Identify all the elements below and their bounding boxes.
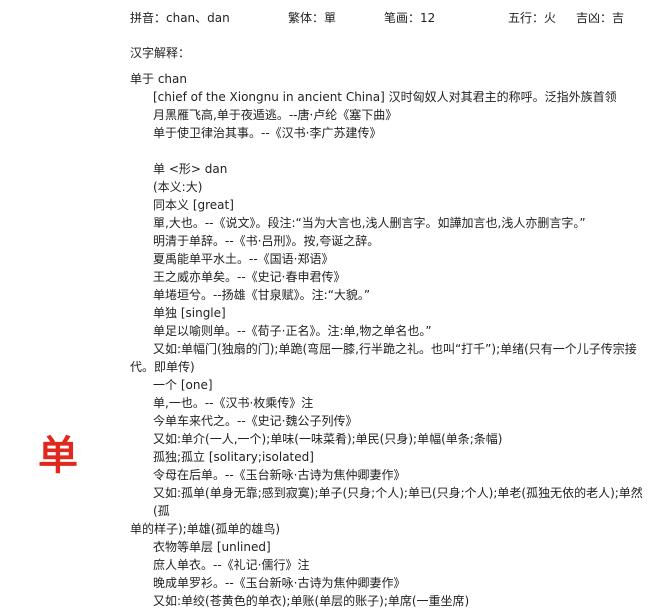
- definition-line: 单于使卫律治其事。--《汉书·李广苏建传》: [153, 126, 382, 140]
- wuxing-field: 五行：火: [508, 11, 557, 25]
- definition-line: 明清于单辞。--《书·吕刑》。按,夸诞之辞。: [153, 234, 380, 248]
- definition-line: 又如:单介(一人,一个);单味(一味菜肴);单民(只身);单幅(单条;条幅): [153, 432, 503, 446]
- definition-line: 又如:单幅门(独扇的门);单跪(弯屈一膝,行半跪之礼。也叫“打千”);单绪(只有…: [153, 342, 637, 356]
- definition-line: 单足以喻则单。--《荀子·正名》。注:单,物之单名也。”: [153, 324, 432, 338]
- definition-line: 今单车来代之。--《史记·魏公子列传》: [153, 414, 358, 428]
- traditional-field: 繁体：單: [288, 11, 337, 25]
- definition-line: 单 <形> dan: [153, 162, 228, 176]
- explanation-heading: 汉字解释：: [130, 46, 191, 60]
- definition-line: 单埢垣兮。--扬雄《甘泉赋》。注:“大貌。”: [153, 288, 371, 302]
- definition-line: 孤独;孤立 [solitary;isolated]: [153, 450, 314, 464]
- definition-line: 晚成单罗衫。--《玉台新咏·古诗为焦仲卿妻作》: [153, 576, 406, 590]
- definition-line: 单于 chan: [130, 72, 187, 86]
- definition-line: 代。即单传): [130, 360, 195, 374]
- definition-line: 单,一也。--《汉书·枚乘传》注: [153, 396, 314, 410]
- pinyin-field: 拼音：chan、dan: [130, 11, 230, 25]
- definition-line: 月黑雁飞高,单于夜遁逃。--唐·卢纶《塞下曲》: [153, 108, 398, 122]
- definition-line: 令母在后单。--《玉台新咏·古诗为焦仲卿妻作》: [153, 468, 406, 482]
- definition-line: 同本义 [great]: [153, 198, 234, 212]
- definition-line: 庶人单衣。--《礼记·儒行》注: [153, 558, 310, 572]
- featured-character: 单: [38, 433, 78, 479]
- definition-line: 单的样子);单雄(孤单的雄鸟): [130, 522, 281, 536]
- definition-line: 又如:孤单(单身无靠;感到寂寞);单子(只身;个人);单已(只身;个人);单老(…: [153, 486, 643, 518]
- explanation-body: 单于 chan [chief of the Xiongnu in ancient …: [130, 70, 656, 610]
- definition-line: 衣物等单层 [unlined]: [153, 540, 271, 554]
- stroke-count-field: 笔画：12: [384, 11, 436, 25]
- definition-line: [chief of the Xiongnu in ancient China] …: [153, 90, 617, 104]
- jixiong-field: 吉凶：吉: [576, 11, 625, 25]
- character-info-header: 拼音：chan、dan 繁体：單 笔画：12 五行：火 吉凶：吉: [130, 10, 650, 26]
- definition-line: 王之威亦单矣。--《史记·春申君传》: [153, 270, 346, 284]
- definition-line: 單,大也。--《说文》。段注:“当为大言也,浅人删言字。如譁加言也,浅人亦删言字…: [153, 216, 586, 230]
- definition-line: 一个 [one]: [153, 378, 213, 392]
- definition-line: 又如:单绞(苍黄色的单衣);单账(单层的账子);单席(一重坐席): [153, 594, 470, 608]
- definition-line: (本义:大): [153, 180, 203, 194]
- definition-line: 单独 [single]: [153, 306, 226, 320]
- definition-line: 夏禹能单平水土。--《国语·郑语》: [153, 252, 334, 266]
